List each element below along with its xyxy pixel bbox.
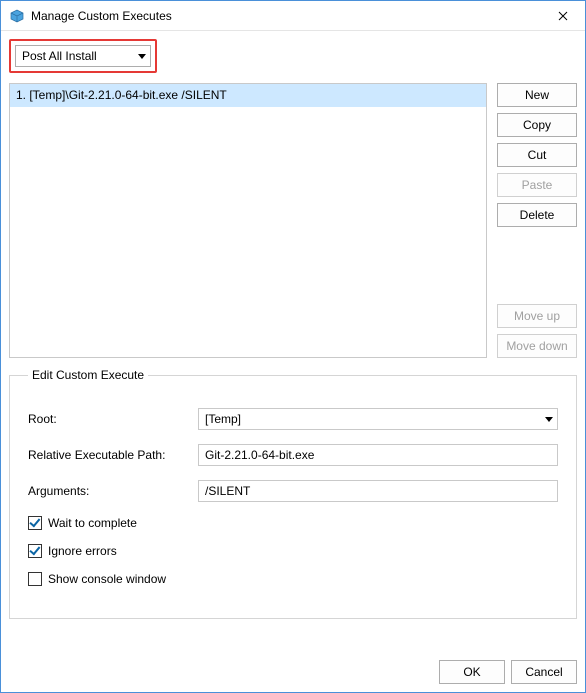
paste-button: Paste [497, 173, 577, 197]
execute-type-value: Post All Install [22, 49, 97, 63]
cancel-button[interactable]: Cancel [511, 660, 577, 684]
middle-panel: 1. [Temp]\Git-2.21.0-64-bit.exe /SILENT … [9, 83, 577, 358]
cut-button[interactable]: Cut [497, 143, 577, 167]
root-dropdown[interactable]: [Temp] [198, 408, 558, 430]
path-row: Relative Executable Path: [28, 444, 558, 466]
ok-button[interactable]: OK [439, 660, 505, 684]
wait-checkbox[interactable] [28, 516, 42, 530]
ignore-row: Ignore errors [28, 544, 558, 558]
list-item[interactable]: 1. [Temp]\Git-2.21.0-64-bit.exe /SILENT [10, 84, 486, 107]
wait-label: Wait to complete [48, 516, 137, 530]
spacer [497, 233, 577, 298]
root-value: [Temp] [205, 412, 241, 426]
root-row: Root: [Temp] [28, 408, 558, 430]
path-input[interactable] [198, 444, 558, 466]
content-area: Post All Install 1. [Temp]\Git-2.21.0-64… [1, 31, 585, 652]
ignore-label: Ignore errors [48, 544, 117, 558]
path-label: Relative Executable Path: [28, 448, 198, 462]
console-label: Show console window [48, 572, 166, 586]
copy-button[interactable]: Copy [497, 113, 577, 137]
list-item-label: 1. [Temp]\Git-2.21.0-64-bit.exe /SILENT [16, 88, 227, 102]
close-button[interactable] [540, 1, 585, 30]
args-row: Arguments: [28, 480, 558, 502]
ignore-checkbox[interactable] [28, 544, 42, 558]
type-selector-row: Post All Install [9, 39, 577, 79]
wait-row: Wait to complete [28, 516, 558, 530]
console-row: Show console window [28, 572, 558, 586]
args-label: Arguments: [28, 484, 198, 498]
move-down-button: Move down [497, 334, 577, 358]
chevron-down-icon [138, 54, 146, 59]
execute-type-dropdown[interactable]: Post All Install [15, 45, 151, 67]
titlebar: Manage Custom Executes [1, 1, 585, 31]
new-button[interactable]: New [497, 83, 577, 107]
chevron-down-icon [545, 417, 553, 422]
app-icon [9, 8, 25, 24]
executes-list[interactable]: 1. [Temp]\Git-2.21.0-64-bit.exe /SILENT [9, 83, 487, 358]
side-buttons: New Copy Cut Paste Delete Move up Move d… [497, 83, 577, 358]
root-label: Root: [28, 412, 198, 426]
type-selector-highlight: Post All Install [9, 39, 157, 73]
console-checkbox[interactable] [28, 572, 42, 586]
move-up-button: Move up [497, 304, 577, 328]
dialog-footer: OK Cancel [1, 652, 585, 692]
window-title: Manage Custom Executes [31, 9, 540, 23]
delete-button[interactable]: Delete [497, 203, 577, 227]
edit-fieldset: Edit Custom Execute Root: [Temp] Relativ… [9, 368, 577, 619]
edit-legend: Edit Custom Execute [28, 368, 148, 382]
args-input[interactable] [198, 480, 558, 502]
